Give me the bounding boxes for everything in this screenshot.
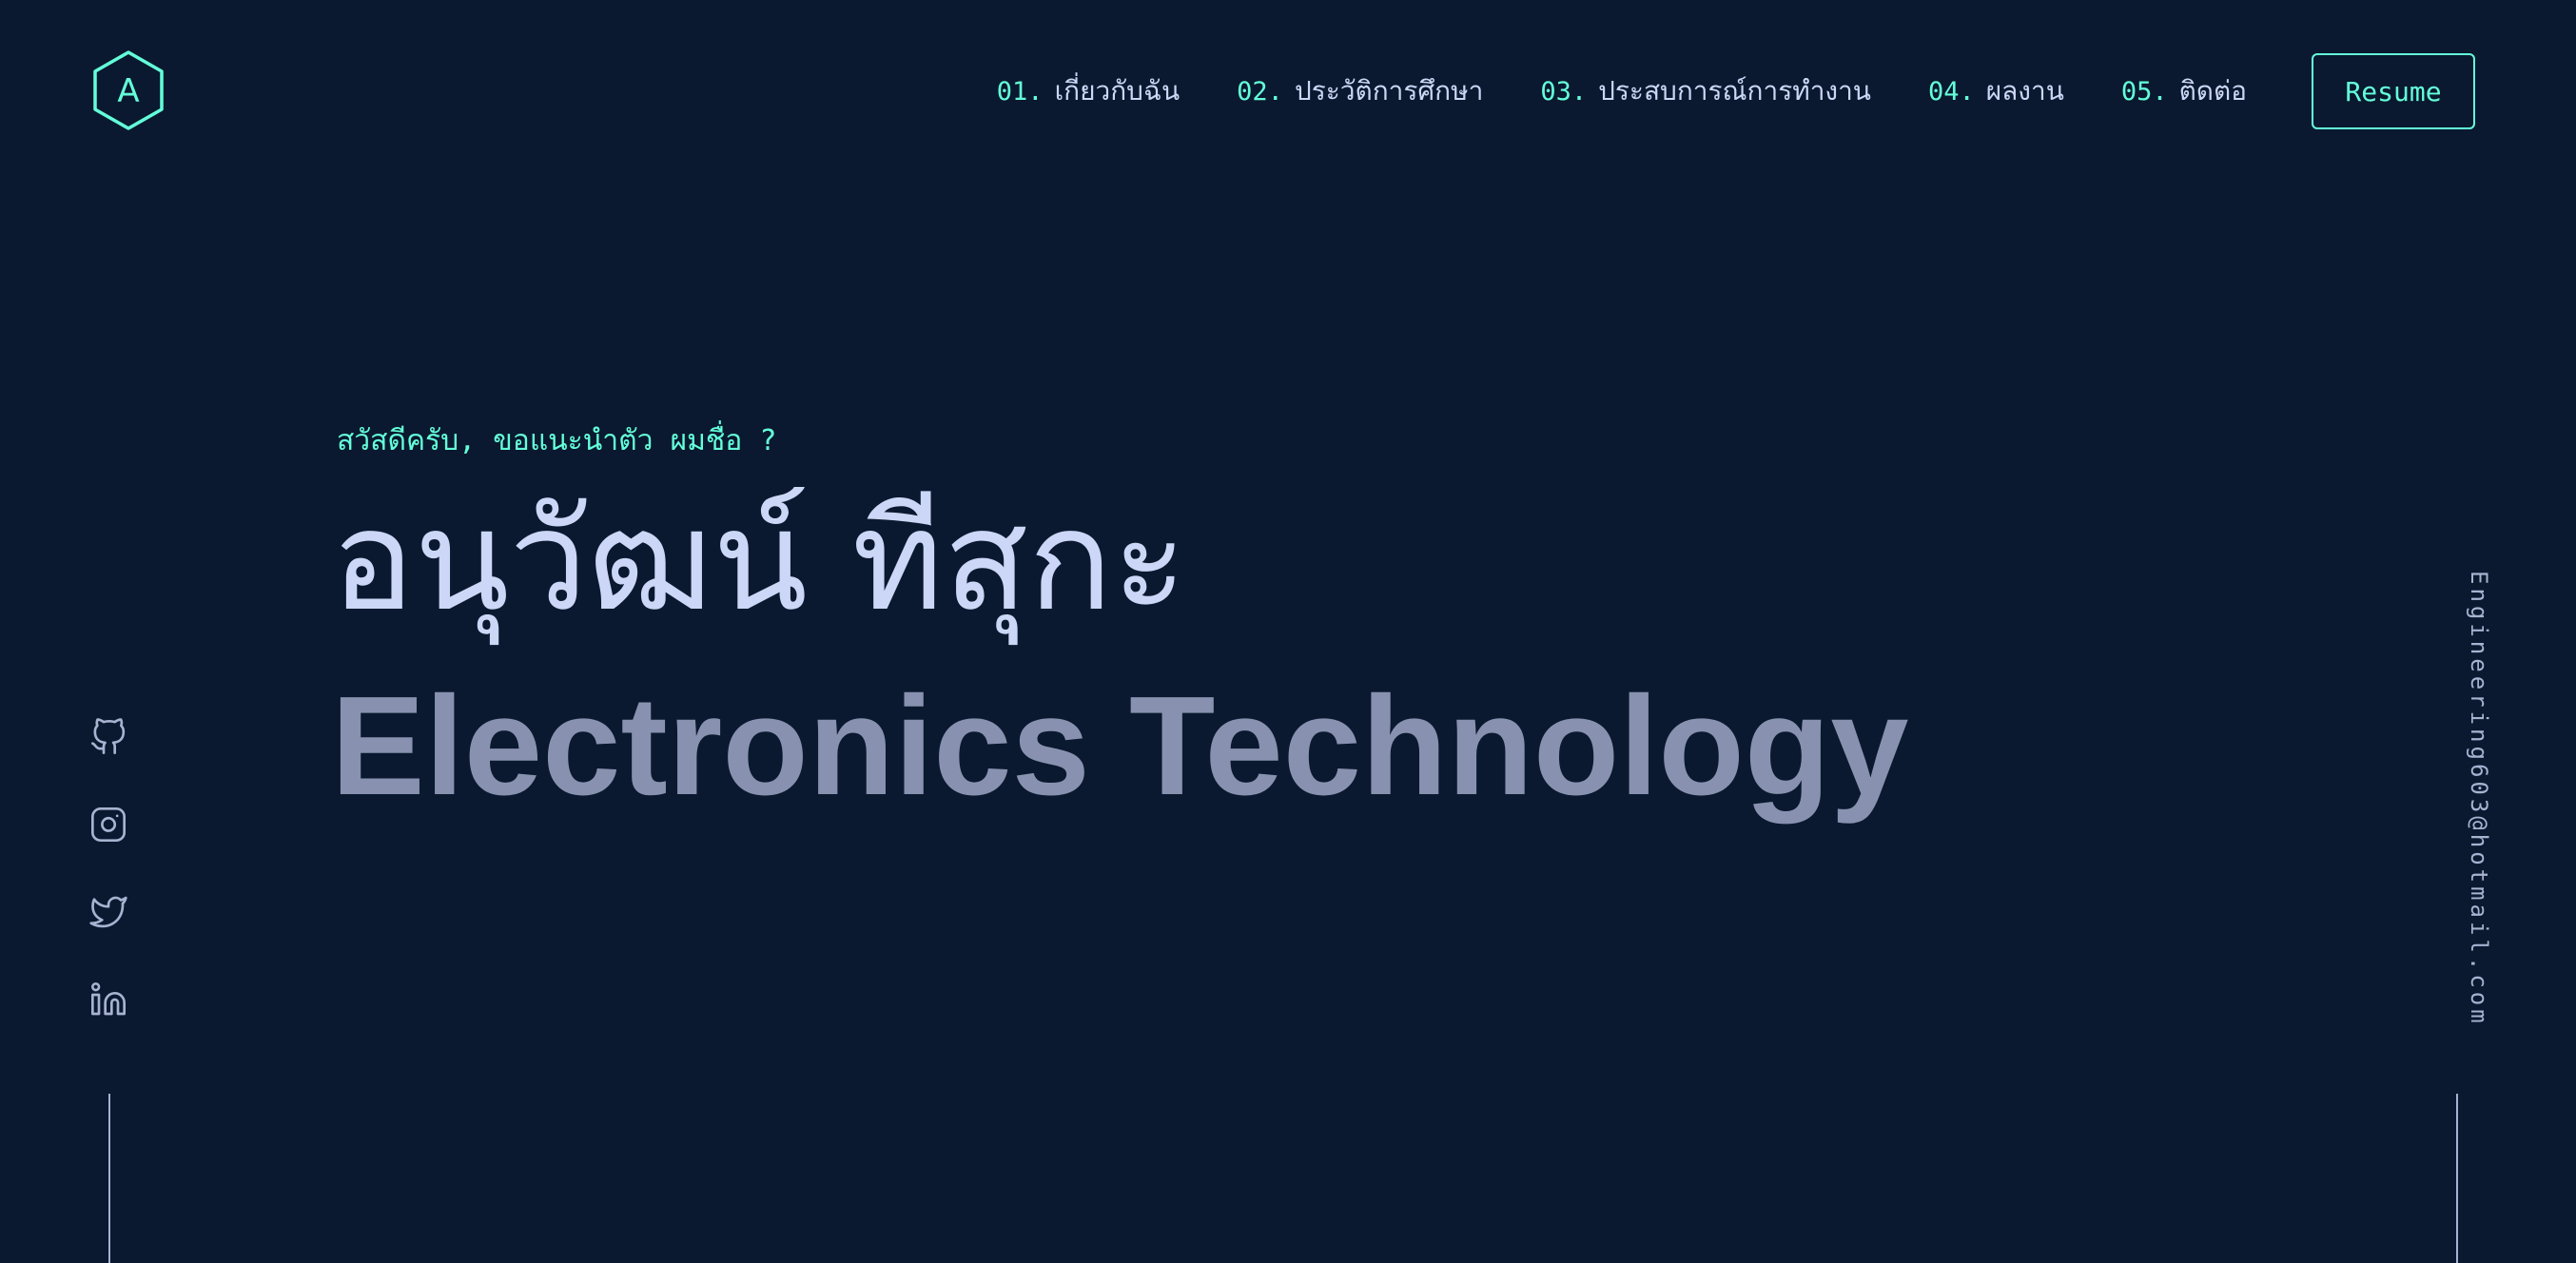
nav-item-contact[interactable]: 05. ติดต่อ <box>2121 70 2247 112</box>
nav-number: 04. <box>1927 77 1975 107</box>
portfolio-page: A 01. เกี่ยวกับฉัน 02. ประวัติการศึกษา 0… <box>0 0 2576 1263</box>
nav-label: ประวัติการศึกษา <box>1294 75 1484 107</box>
nav-label: ติดต่อ <box>2178 75 2247 107</box>
hexagon-icon: A <box>93 50 164 130</box>
linkedin-link[interactable] <box>89 981 127 1019</box>
github-link[interactable] <box>89 718 127 756</box>
nav-item-experience[interactable]: 03. ประสบการณ์การทำงาน <box>1540 70 1871 112</box>
nav-item-education[interactable]: 02. ประวัติการศึกษา <box>1237 70 1483 112</box>
instagram-link[interactable] <box>89 806 127 844</box>
intro-text: สวัสดีครับ, ขอแนะนำตัว ผมชื่อ ? <box>337 424 777 457</box>
nav-item-about[interactable]: 01. เกี่ยวกับฉัน <box>997 70 1180 112</box>
resume-button[interactable]: Resume <box>2312 53 2475 129</box>
logo-hexagon[interactable]: A <box>91 49 166 131</box>
linkedin-icon <box>91 982 127 1016</box>
twitter-link[interactable] <box>89 893 127 931</box>
nav-label: เกี่ยวกับฉัน <box>1054 75 1181 107</box>
nav-number: 01. <box>996 77 1044 107</box>
nav-label: ผลงาน <box>1985 75 2064 107</box>
twitter-icon <box>89 896 127 928</box>
left-divider-line <box>108 1094 110 1263</box>
nav-number: 05. <box>2120 77 2168 107</box>
nav-item-work[interactable]: 04. ผลงาน <box>1928 70 2064 112</box>
nav-number: 02. <box>1237 77 1283 107</box>
main-nav: 01. เกี่ยวกับฉัน 02. ประวัติการศึกษา 03.… <box>997 70 2247 112</box>
github-icon <box>91 718 126 754</box>
right-divider-line <box>2456 1094 2458 1263</box>
logo-letter: A <box>117 72 139 110</box>
instagram-icon <box>91 807 126 842</box>
nav-number: 03. <box>1540 77 1588 107</box>
hero-name: อนุวัฒน์ ทีสุกะ <box>331 480 1187 642</box>
social-links <box>86 718 131 1019</box>
hero-tagline: Electronics Technology <box>331 668 1909 825</box>
email-link[interactable]: Engineering603@hotmail.com <box>2454 571 2492 1046</box>
nav-label: ประสบการณ์การทำงาน <box>1598 75 1871 107</box>
